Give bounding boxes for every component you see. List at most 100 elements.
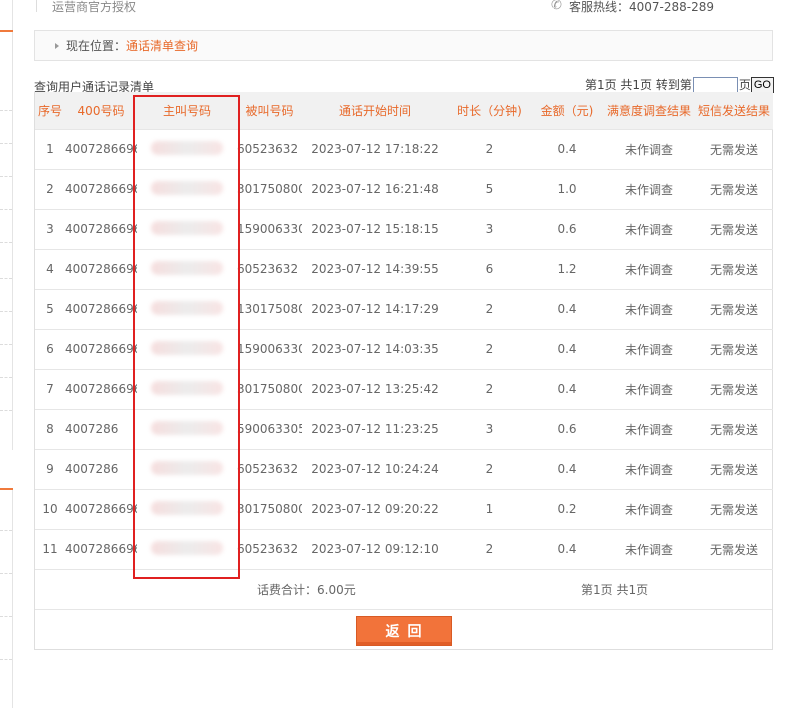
redacted-caller-mask [151,460,223,475]
sidebar-divider [0,410,12,411]
row-duration: 2 [448,288,531,329]
go-button[interactable]: GO [750,76,774,93]
row-caller-blurred [137,128,237,169]
row-no: 4 [35,248,65,289]
row-amount: 0.6 [531,408,603,449]
row-400-number: 4007286696 [65,488,137,529]
breadcrumb-link[interactable]: 通话清单查询 [126,37,198,54]
row-caller-blurred [137,528,237,569]
sidebar-divider [0,616,12,617]
back-row: 返回 [35,609,772,651]
table-row: 11 4007286696 60523632 2023-07-12 09:12:10 2… [35,528,773,569]
row-400-number: 4007286696 [65,528,137,569]
row-survey-result: 未作调查 [603,368,695,409]
row-survey-result: 未作调查 [603,408,695,449]
redacted-caller-mask [151,540,223,555]
row-sms-result: 无需发送 [695,208,773,249]
row-start-time: 2023-07-12 14:17:29 [302,288,448,329]
row-no: 1 [35,128,65,169]
row-start-time: 2023-07-12 14:03:35 [302,328,448,369]
row-callee-number: 15900633054 [237,328,302,369]
row-amount: 0.2 [531,488,603,529]
row-callee-number: 13017508005 [237,288,302,329]
row-survey-result: 未作调查 [603,288,695,329]
row-duration: 2 [448,328,531,369]
row-survey-result: 未作调查 [603,248,695,289]
row-400-number: 4007286696 [65,168,137,209]
sidebar-divider [0,573,12,574]
row-amount: 0.4 [531,128,603,169]
row-duration: 5 [448,168,531,209]
sidebar-divider [0,110,12,111]
row-amount: 1.0 [531,168,603,209]
row-caller-blurred [137,168,237,209]
pager-info: 第1页 共1页 转到第 [584,78,692,92]
table-row: 64007286696 159006330542023-07-12 14:03:3… [35,328,773,369]
row-no: 9 [35,448,65,489]
row-callee-number: 60523632 [237,128,302,169]
redacted-caller-mask [151,420,223,435]
row-400-number: 4007286696 [65,128,137,169]
row-duration: 3 [448,208,531,249]
pager-suffix: 页 [738,78,751,92]
redacted-caller-mask [151,140,223,155]
row-no: 3 [35,208,65,249]
row-callee-number: 15900633054 [237,208,302,249]
breadcrumb: 现在位置： 通话清单查询 [34,30,773,61]
row-amount: 0.6 [531,208,603,249]
row-start-time: 2023-07-12 10:24:24 [302,448,448,489]
row-sms-result: 无需发送 [695,368,773,409]
row-sms-result: 无需发送 [695,448,773,489]
back-button[interactable]: 返回 [355,615,452,646]
row-callee-number: 60523632 [237,528,302,569]
row-no: 2 [35,168,65,209]
sidebar-divider [0,278,12,279]
row-amount: 0.4 [531,368,603,409]
row-no: 5 [35,288,65,329]
row-amount: 1.2 [531,248,603,289]
row-survey-result: 未作调查 [603,168,695,209]
sidebar-divider [0,143,12,144]
col-header-duration: 时长（分钟) [448,92,531,129]
sidebar-divider [0,659,12,660]
row-caller-blurred [137,408,237,449]
row-start-time: 2023-07-12 17:18:22 [302,128,448,169]
col-header-amount: 金额（元) [531,92,603,129]
row-caller-blurred [137,368,237,409]
row-duration: 1 [448,488,531,529]
sidebar-active-marker [0,30,13,32]
redacted-caller-mask [151,340,223,355]
sidebar-divider [0,209,12,210]
phone-icon: ✆ [551,0,562,13]
call-records-table: 序号 400号码 主叫号码 被叫号码 通话开始时间 时长（分钟) 金额（元) 满… [34,92,773,650]
redacted-caller-mask [151,260,223,275]
row-no: 10 [35,488,65,529]
row-duration: 2 [448,128,531,169]
footer-page-info: 第1页 共1页 [531,568,773,609]
row-amount: 0.4 [531,448,603,489]
row-400-number: 4007286 [65,448,137,489]
sidebar-divider [0,176,12,177]
col-header-caller: 主叫号码 [137,92,237,129]
row-start-time: 2023-07-12 13:25:42 [302,368,448,409]
row-survey-result: 未作调查 [603,528,695,569]
row-callee-number: 3017508005 [237,168,302,209]
breadcrumb-label: 现在位置： [66,39,127,53]
redacted-caller-mask [151,300,223,315]
row-no: 8 [35,408,65,449]
row-caller-blurred [137,488,237,529]
redacted-caller-mask [151,380,223,395]
sidebar-divider [0,344,12,345]
table-row: 104007286696 30175080052023-07-12 09:20:2… [35,488,773,529]
table-header-row: 序号 400号码 主叫号码 被叫号码 通话开始时间 时长（分钟) 金额（元) 满… [35,92,773,129]
row-sms-result: 无需发送 [695,288,773,329]
page-jump-input[interactable] [692,76,738,93]
row-survey-result: 未作调查 [603,128,695,169]
row-callee-number: 3017508005 [237,368,302,409]
row-sms-result: 无需发送 [695,328,773,369]
redacted-caller-mask [151,500,223,515]
row-start-time: 2023-07-12 14:39:55 [302,248,448,289]
row-duration: 2 [448,368,531,409]
row-caller-blurred [137,208,237,249]
row-survey-result: 未作调查 [603,328,695,369]
